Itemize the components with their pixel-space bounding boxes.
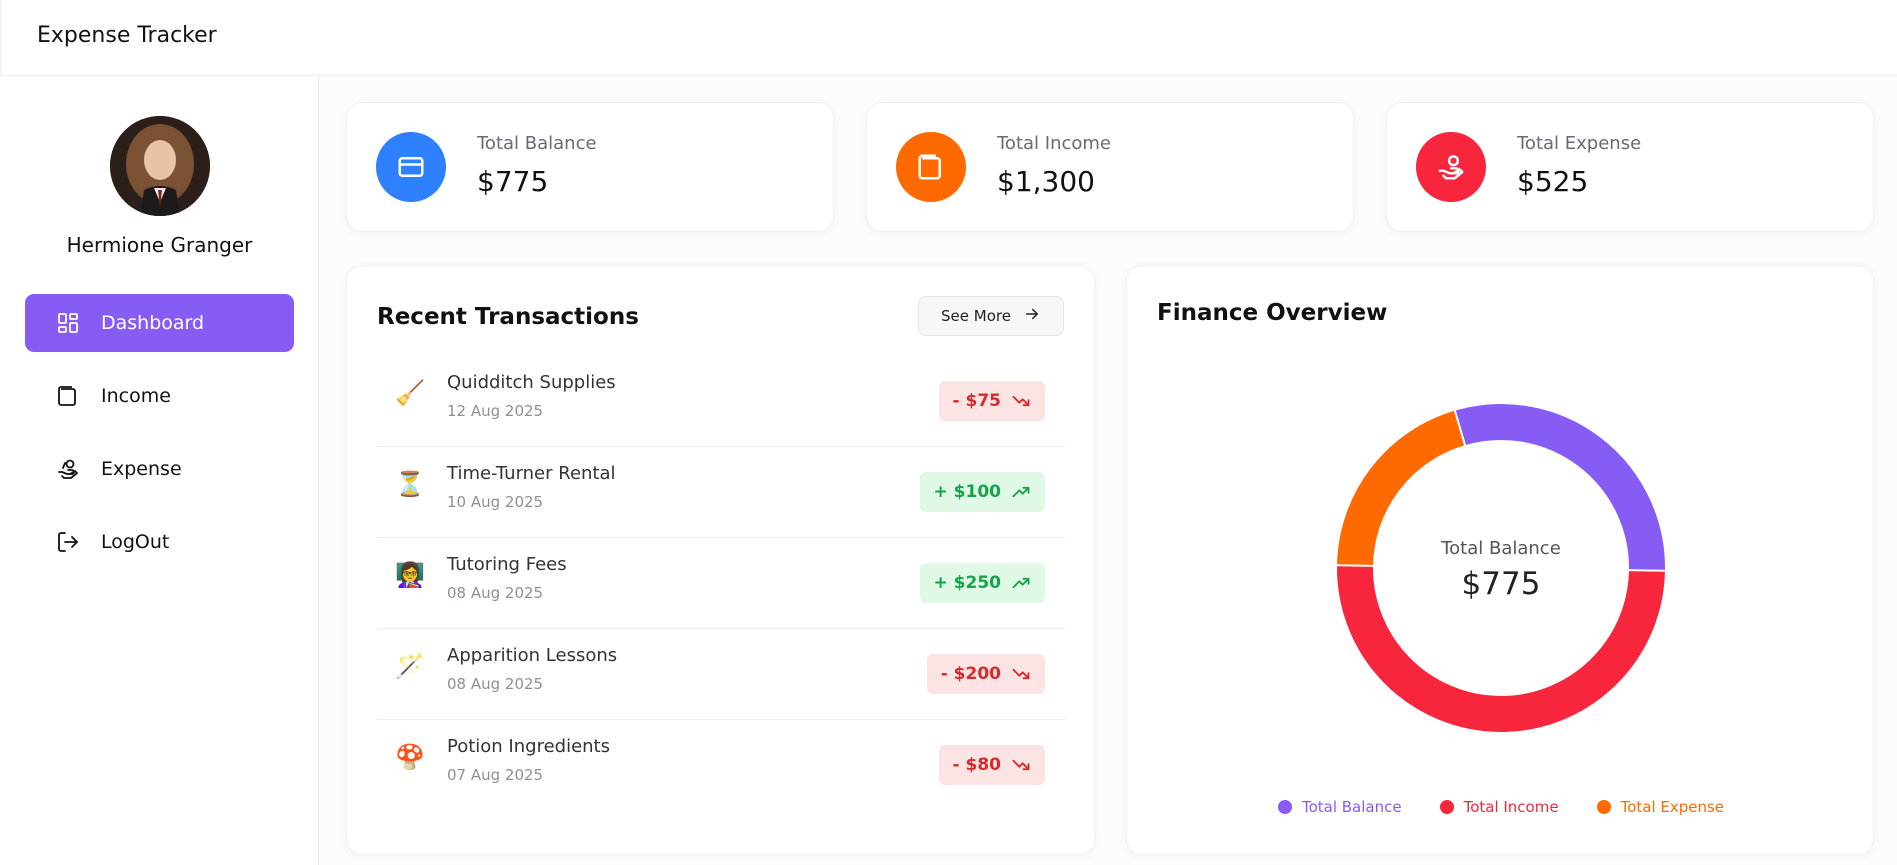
transaction-date: 08 Aug 2025: [447, 675, 544, 693]
stat-value: $775: [477, 165, 549, 198]
transaction-title: Potion Ingredients: [447, 736, 610, 757]
finance-overview-card: Finance Overview Total Balance $775 Tota…: [1126, 265, 1874, 855]
transaction-row[interactable]: 🧹 Quidditch Supplies 12 Aug 2025 - $75: [377, 356, 1065, 447]
hand-coins-icon: [1416, 132, 1486, 202]
finance-donut-chart: [1337, 404, 1665, 732]
transaction-title: Time-Turner Rental: [447, 463, 616, 484]
chart-legend: Total Balance Total Income Total Expense: [1127, 798, 1875, 816]
credit-card-icon: [376, 132, 446, 202]
user-name: Hermione Granger: [66, 233, 253, 257]
hand-coins-icon: [55, 456, 81, 482]
legend-item: Total Balance: [1277, 798, 1402, 816]
stat-card-total-balance: Total Balance $775: [346, 102, 834, 232]
trending-down-icon: [1011, 664, 1031, 684]
donut-center-value: $775: [1461, 566, 1541, 602]
sidebar-item-label: LogOut: [101, 531, 170, 553]
sidebar-item-label: Income: [101, 385, 171, 407]
transaction-date: 12 Aug 2025: [447, 402, 544, 420]
legend-label: Total Income: [1463, 798, 1559, 816]
see-more-label: See More: [941, 307, 1011, 325]
transaction-amount: - $80: [952, 755, 1001, 775]
sidebar-item-expense[interactable]: Expense: [25, 440, 294, 498]
legend-dot: [1277, 800, 1292, 814]
transaction-amount: - $75: [952, 391, 1001, 411]
legend-item: Total Income: [1439, 798, 1559, 816]
legend-item: Total Expense: [1596, 798, 1725, 816]
wallet-icon: [55, 383, 81, 409]
hourglass-emoji-icon: ⏳: [395, 470, 425, 498]
stat-value: $1,300: [997, 165, 1095, 198]
recent-transactions-title: Recent Transactions: [377, 304, 639, 330]
sidebar-item-dashboard[interactable]: Dashboard: [25, 294, 294, 352]
transaction-amount-badge: - $75: [938, 381, 1045, 421]
see-more-button[interactable]: See More: [918, 296, 1064, 336]
avatar: [110, 116, 210, 216]
stat-label: Total Expense: [1517, 133, 1642, 154]
transaction-amount: + $100: [933, 482, 1001, 502]
donut-center-label: Total Balance: [1441, 538, 1561, 559]
wand-emoji-icon: 🪄: [395, 652, 425, 680]
sidebar-item-label: Dashboard: [101, 312, 205, 334]
wallet-icon: [896, 132, 966, 202]
broom-emoji-icon: 🧹: [395, 379, 425, 407]
trending-down-icon: [1011, 391, 1031, 411]
arrow-right-icon: [1023, 305, 1041, 327]
legend-label: Total Balance: [1301, 798, 1402, 816]
legend-dot: [1439, 800, 1454, 814]
transaction-row[interactable]: 🪄 Apparition Lessons 08 Aug 2025 - $200: [377, 629, 1065, 720]
trending-down-icon: [1011, 755, 1031, 775]
sidebar-item-label: Expense: [101, 458, 182, 480]
dashboard-grid-icon: [55, 310, 81, 336]
trending-up-icon: [1011, 573, 1031, 593]
trending-up-icon: [1011, 482, 1031, 502]
recent-transactions-card: Recent Transactions See More 🧹 Quidditch…: [346, 265, 1095, 855]
legend-label: Total Expense: [1620, 798, 1725, 816]
transaction-amount-badge: - $200: [926, 654, 1045, 694]
stat-value: $525: [1517, 165, 1589, 198]
top-bar: Expense Tracker: [0, 0, 1897, 76]
mushroom-emoji-icon: 🍄: [395, 743, 425, 771]
sidebar: Hermione Granger Dashboard Income Expens…: [0, 76, 319, 865]
logout-icon: [55, 529, 81, 555]
app-title: Expense Tracker: [37, 23, 217, 48]
transaction-date: 07 Aug 2025: [447, 766, 544, 784]
transaction-date: 10 Aug 2025: [447, 493, 544, 511]
transaction-row[interactable]: 🍄 Potion Ingredients 07 Aug 2025 - $80: [377, 720, 1065, 811]
transaction-title: Quidditch Supplies: [447, 372, 616, 393]
transaction-amount-badge: - $80: [938, 745, 1045, 785]
transaction-amount-badge: + $250: [919, 563, 1045, 603]
sidebar-item-logout[interactable]: LogOut: [25, 513, 294, 571]
transaction-title: Apparition Lessons: [447, 645, 618, 666]
transaction-amount: - $200: [940, 664, 1001, 684]
stat-card-total-expense: Total Expense $525: [1386, 102, 1874, 232]
legend-dot: [1596, 800, 1611, 814]
transaction-amount-badge: + $100: [919, 472, 1045, 512]
transaction-row[interactable]: ⏳ Time-Turner Rental 10 Aug 2025 + $100: [377, 447, 1065, 538]
transaction-row[interactable]: 👩‍🏫 Tutoring Fees 08 Aug 2025 + $250: [377, 538, 1065, 629]
transaction-list: 🧹 Quidditch Supplies 12 Aug 2025 - $75 ⏳…: [377, 356, 1065, 811]
stat-label: Total Income: [997, 133, 1111, 154]
teacher-emoji-icon: 👩‍🏫: [395, 561, 425, 589]
sidebar-item-income[interactable]: Income: [25, 367, 294, 425]
stat-label: Total Balance: [477, 133, 597, 154]
stat-card-total-income: Total Income $1,300: [866, 102, 1354, 232]
transaction-title: Tutoring Fees: [447, 554, 567, 575]
avatar-image: [110, 116, 210, 216]
transaction-amount: + $250: [933, 573, 1001, 593]
transaction-date: 08 Aug 2025: [447, 584, 544, 602]
